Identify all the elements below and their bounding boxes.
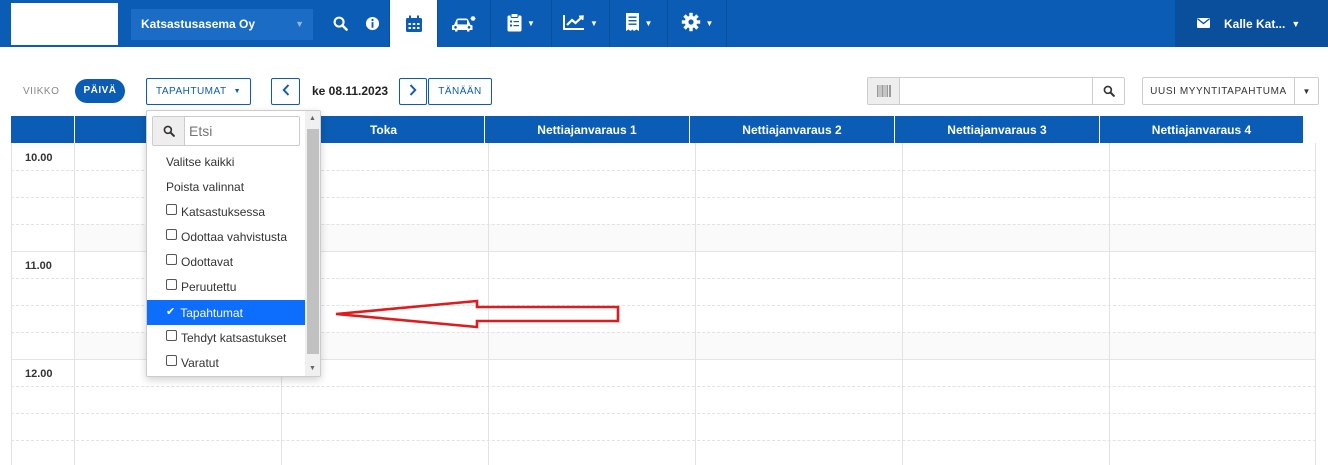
scrollbar-thumb[interactable] xyxy=(307,129,319,354)
chevron-down-icon: ▼ xyxy=(644,19,653,28)
chart-icon xyxy=(563,14,585,33)
gear-icon xyxy=(681,12,701,35)
filter-option[interactable]: Varatut xyxy=(147,350,305,375)
chevron-left-icon xyxy=(281,84,290,99)
event-filter-dropdown: Valitse kaikki Poista valinnat Katsastuk… xyxy=(146,110,321,377)
select-all-option[interactable]: Valitse kaikki xyxy=(147,149,305,174)
new-sale-button[interactable]: UUSI MYYNTITAPAHTUMA xyxy=(1142,77,1295,105)
clear-selection-option[interactable]: Poista valinnat xyxy=(147,174,305,199)
current-date: ke 08.11.2023 xyxy=(312,84,389,98)
select-all-label: Valitse kaikki xyxy=(166,154,235,169)
mail-icon xyxy=(1197,17,1210,31)
dropdown-search-input[interactable] xyxy=(189,121,294,141)
clipboard-icon xyxy=(507,12,522,35)
chevron-right-icon xyxy=(409,84,417,99)
top-navigation-bar: Katsastusasema Oy ▼ ▼ ▼ ▼ ▼ Kalle Kat...… xyxy=(0,0,1328,47)
view-day-tab[interactable]: PÄIVÄ xyxy=(75,79,125,103)
checkbox[interactable] xyxy=(166,229,177,240)
hour-label: 11.00 xyxy=(25,260,52,272)
separator xyxy=(726,0,727,47)
filter-option-label: Tapahtumat xyxy=(180,305,243,320)
chevron-down-icon: ▼ xyxy=(1291,18,1301,29)
grid-line xyxy=(11,143,12,465)
calendar-icon[interactable] xyxy=(390,0,437,47)
event-filter-label: TAPAHTUMAT xyxy=(156,86,227,97)
checkbox[interactable] xyxy=(166,279,177,290)
chevron-down-icon: ▼ xyxy=(590,19,598,28)
company-select-value: Katsastusasema Oy xyxy=(141,17,256,31)
filter-option[interactable]: Odottaa vahvistusta xyxy=(147,224,305,249)
scroll-down-icon[interactable]: ▼ xyxy=(309,365,316,372)
annotation-arrow-icon xyxy=(335,299,620,329)
filter-option-label: Odottaa vahvistusta xyxy=(181,229,288,244)
previous-day-button[interactable] xyxy=(271,78,300,105)
filter-option[interactable]: Katsastuksessa xyxy=(147,199,305,224)
filter-option-label: Tehdyt katsastukset xyxy=(181,330,287,345)
car-icon[interactable] xyxy=(438,0,490,47)
search-icon[interactable] xyxy=(1092,78,1124,104)
view-week-tab[interactable]: VIIKKO xyxy=(23,86,59,97)
grid-line xyxy=(1109,143,1110,465)
grid-line xyxy=(11,440,1316,441)
settings-menu[interactable]: ▼ xyxy=(668,0,726,47)
chevron-down-icon: ▼ xyxy=(705,19,714,28)
checkbox[interactable] xyxy=(166,254,177,265)
dropdown-scrollbar[interactable]: ▲ ▼ xyxy=(305,111,320,376)
barcode-icon[interactable] xyxy=(868,78,900,104)
checkbox[interactable] xyxy=(166,330,177,341)
search-icon xyxy=(153,117,185,145)
grid-line xyxy=(695,143,696,465)
column-header: Nettiajanvaraus 2 xyxy=(689,116,894,143)
checkbox[interactable] xyxy=(166,204,177,215)
logo[interactable] xyxy=(11,3,118,45)
clear-selection-label: Poista valinnat xyxy=(166,179,245,194)
filter-option-label: Katsastuksessa xyxy=(181,204,266,219)
grid-line xyxy=(11,386,1316,387)
filter-option[interactable]: Tehdyt katsastukset xyxy=(147,325,305,350)
reports-menu[interactable]: ▼ xyxy=(552,0,609,47)
grid-line xyxy=(74,143,75,465)
filter-option-selected[interactable]: ✔ Tapahtumat xyxy=(147,300,305,325)
hour-label: 12.00 xyxy=(25,368,53,380)
checkmark-icon: ✔ xyxy=(166,305,176,318)
column-header: Nettiajanvaraus 1 xyxy=(484,116,689,143)
chevron-down-icon: ▼ xyxy=(527,19,535,28)
hour-label: 10.00 xyxy=(25,152,53,164)
column-header: Nettiajanvaraus 3 xyxy=(894,116,1099,143)
next-day-button[interactable] xyxy=(399,78,427,105)
event-filter-button[interactable]: TAPAHTUMAT ▼ xyxy=(146,78,251,105)
search-group xyxy=(867,77,1125,105)
today-button[interactable]: TÄNÄÄN xyxy=(428,78,492,105)
grid-line xyxy=(11,413,1316,414)
grid-line xyxy=(902,143,903,465)
user-name: Kalle Kat... xyxy=(1224,16,1286,31)
company-select[interactable]: Katsastusasema Oy ▼ xyxy=(131,9,313,40)
chevron-down-icon: ▼ xyxy=(295,19,304,29)
chevron-down-icon: ▼ xyxy=(233,88,241,95)
filter-option-label: Varatut xyxy=(181,355,219,370)
grid-line xyxy=(1315,143,1316,465)
filter-option-label: Odottavat xyxy=(181,254,234,269)
scroll-up-icon[interactable]: ▲ xyxy=(309,115,316,122)
chevron-down-icon[interactable]: ▼ xyxy=(1295,77,1319,105)
checkbox[interactable] xyxy=(166,355,177,366)
search-icon[interactable] xyxy=(326,0,354,47)
info-icon[interactable] xyxy=(358,0,386,47)
receipts-menu[interactable]: ▼ xyxy=(610,0,667,47)
filter-option-label: Peruutettu xyxy=(181,279,237,294)
clipboard-menu[interactable]: ▼ xyxy=(491,0,551,47)
receipt-icon xyxy=(625,12,640,35)
dropdown-search xyxy=(152,116,300,146)
column-header: Nettiajanvaraus 4 xyxy=(1099,116,1303,143)
filter-option[interactable]: Odottavat xyxy=(147,249,305,274)
filter-option[interactable]: Peruutettu xyxy=(147,274,305,299)
user-menu[interactable]: Kalle Kat... ▼ xyxy=(1175,0,1328,47)
